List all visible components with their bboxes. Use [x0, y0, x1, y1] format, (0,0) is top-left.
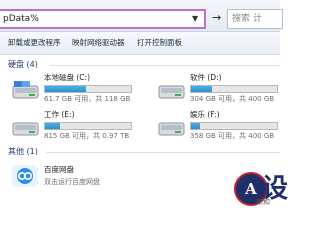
drive-name[interactable]: 娱乐 (F:) — [190, 110, 220, 120]
baidu-netdisk-icon[interactable] — [12, 165, 38, 187]
drive-usage-bar — [190, 122, 278, 130]
drive-usage-bar — [44, 85, 132, 93]
search-input[interactable]: 搜索 计 — [227, 9, 283, 29]
address-path[interactable]: pData% — [3, 13, 39, 26]
other-header[interactable]: 其他 (1) — [8, 147, 38, 157]
section-divider — [50, 65, 280, 66]
search-placeholder: 搜索 计 — [232, 14, 262, 24]
drive-space-info: 61.7 GB 可用，共 118 GB — [44, 95, 131, 103]
drive-name[interactable]: 软件 (D:) — [190, 73, 222, 83]
drive-usage-fill — [45, 123, 61, 129]
hard-disks-header[interactable]: 硬盘 (4) — [8, 60, 38, 70]
drive-space-info: 304 GB 可用，共 400 GB — [190, 95, 275, 103]
netdisk-name[interactable]: 百度网盘 — [44, 165, 74, 175]
drive-item[interactable]: 娱乐 (F:) 358 GB 可用，共 400 GB — [154, 110, 284, 144]
drive-usage-fill — [191, 86, 212, 92]
drive-name[interactable]: 工作 (E:) — [44, 110, 75, 120]
address-strip: pData% ▼ → 搜索 计 — [0, 0, 283, 32]
map-network-drive-button[interactable]: 映射网络驱动器 — [72, 38, 125, 48]
hard-drive-icon — [12, 81, 39, 99]
go-arrow-icon[interactable]: → — [212, 12, 221, 24]
hard-drive-icon — [158, 122, 185, 136]
drive-space-info: 815 GB 可用，共 0.97 TB — [44, 132, 130, 140]
drive-name[interactable]: 本地磁盘 (C:) — [44, 73, 90, 83]
address-bar[interactable]: pData% ▼ — [0, 9, 206, 29]
drive-item[interactable]: 软件 (D:) 304 GB 可用，共 400 GB — [154, 73, 284, 107]
open-control-panel-button[interactable]: 打开控制面板 — [137, 38, 182, 48]
uninstall-program-button[interactable]: 卸载或更改程序 — [8, 38, 61, 48]
hard-drive-icon — [158, 85, 185, 99]
chevron-down-icon[interactable]: ▼ — [192, 14, 198, 23]
drive-usage-bar — [44, 122, 132, 130]
drive-item[interactable]: 本地磁盘 (C:) 61.7 GB 可用，共 118 GB — [8, 73, 138, 107]
drive-usage-fill — [191, 123, 200, 129]
section-divider — [46, 152, 280, 153]
netdisk-desc: 双击运行百度网盘 — [44, 178, 100, 186]
watermark-sub: 来和 — [256, 198, 270, 206]
drive-usage-bar — [190, 85, 278, 93]
drive-usage-fill — [45, 86, 87, 92]
command-bar: 卸载或更改程序 映射网络驱动器 打开控制面板 — [0, 32, 280, 55]
drive-space-info: 358 GB 可用，共 400 GB — [190, 132, 275, 140]
drive-item[interactable]: 工作 (E:) 815 GB 可用，共 0.97 TB — [8, 110, 138, 144]
hard-drive-icon — [12, 122, 39, 136]
